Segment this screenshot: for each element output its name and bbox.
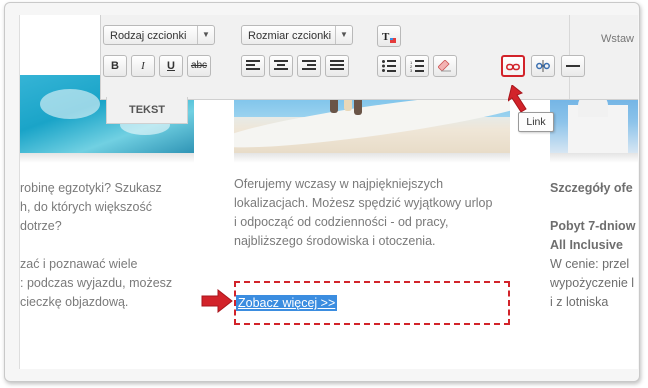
underline-button[interactable]: U <box>159 55 183 77</box>
photo-shadow <box>234 153 510 163</box>
unlink-icon <box>536 60 550 72</box>
text-line: najbliższego środowiska i otoczenia. <box>234 234 436 248</box>
see-more-link[interactable]: Zobacz więcej >> <box>236 295 338 311</box>
middle-column-text: Oferujemy wczasy w najpiękniejszych loka… <box>234 175 504 251</box>
bullet-list-button[interactable] <box>377 55 401 77</box>
strikethrough-button[interactable]: abc <box>187 55 211 77</box>
font-size-select[interactable]: Rozmiar czcionki ▼ <box>241 25 353 45</box>
text-line <box>20 236 172 255</box>
bold-button[interactable]: B <box>103 55 127 77</box>
svg-text:3: 3 <box>410 68 413 72</box>
insert-link-button[interactable] <box>501 55 525 77</box>
screenshot-frame: robinę egzotyki? Szukasz h, do których w… <box>4 2 640 382</box>
align-center-button[interactable] <box>269 55 293 77</box>
text-line: wypożyczenie l <box>550 276 635 290</box>
text-line <box>550 198 635 217</box>
font-size-value: Rozmiar czcionki <box>248 30 332 42</box>
text-line: W cenie: przel <box>550 257 630 271</box>
align-justify-icon <box>330 60 344 70</box>
numbered-list-icon: 123 <box>410 60 424 72</box>
photo-shadow <box>20 153 194 163</box>
strikethrough-icon: abc <box>190 60 208 71</box>
left-column-text: robinę egzotyki? Szukasz h, do których w… <box>20 179 172 312</box>
text-color-button[interactable]: T <box>377 25 401 47</box>
chevron-down-icon: ▼ <box>197 26 214 44</box>
text-line: Pobyt 7-dniow <box>550 219 636 233</box>
horizontal-rule-icon <box>566 65 580 67</box>
chevron-down-icon: ▼ <box>335 26 352 44</box>
eraser-button[interactable] <box>433 55 457 77</box>
link-tooltip: Link <box>518 112 554 132</box>
italic-icon: I <box>141 60 145 72</box>
align-right-button[interactable] <box>297 55 321 77</box>
align-right-icon <box>302 60 316 70</box>
align-justify-button[interactable] <box>325 55 349 77</box>
editor-canvas[interactable]: robinę egzotyki? Szukasz h, do których w… <box>19 15 638 369</box>
bold-icon: B <box>111 60 119 72</box>
eraser-icon <box>438 60 451 72</box>
numbered-list-button[interactable]: 123 <box>405 55 429 77</box>
text-line: : podczas wyjazdu, możesz <box>20 276 173 290</box>
text-color-icon: T <box>382 31 396 43</box>
pointer-arrow-icon <box>508 85 527 113</box>
font-family-select[interactable]: Rodzaj czcionki ▼ <box>103 25 215 45</box>
text-line: robinę egzotyki? Szukasz <box>20 181 162 195</box>
pointer-arrow-icon <box>201 289 233 313</box>
right-column-text: Szczegóły ofe Pobyt 7-dniow All Inclusiv… <box>550 179 635 312</box>
text-line: i z lotniska <box>550 295 609 309</box>
text-line: h, do których większość <box>20 200 152 214</box>
horizontal-rule-button[interactable] <box>561 55 585 77</box>
font-family-value: Rodzaj czcionki <box>110 30 187 42</box>
align-left-button[interactable] <box>241 55 265 77</box>
text-line: cieczkę objazdową. <box>20 295 129 309</box>
link-icon <box>506 63 520 71</box>
unlink-button[interactable] <box>531 55 555 77</box>
text-line: dotrze? <box>20 219 62 233</box>
align-center-icon <box>274 60 288 70</box>
underline-icon: U <box>167 60 175 72</box>
offer-details-heading: Szczegóły ofe <box>550 181 633 195</box>
bullet-list-icon <box>382 60 396 72</box>
text-section-label: TEKST <box>106 97 188 124</box>
text-line: Oferujemy wczasy w najpiękniejszych <box>234 177 444 191</box>
photo-shadow <box>550 153 638 163</box>
text-line: zać i poznawać wiele <box>20 257 138 271</box>
italic-button[interactable]: I <box>131 55 155 77</box>
editor-toolbar: Rodzaj czcionki ▼ Rozmiar czcionki ▼ B I… <box>100 15 638 100</box>
text-line: All Inclusive <box>550 238 623 252</box>
svg-text:T: T <box>382 31 390 43</box>
text-line: lokalizacjach. Możesz spędzić wyjątkowy … <box>234 196 493 210</box>
insert-section-label: Wstaw <box>601 33 634 45</box>
align-left-icon <box>246 60 260 70</box>
text-line: i odpocząć od codzienności - od pracy, <box>234 215 449 229</box>
